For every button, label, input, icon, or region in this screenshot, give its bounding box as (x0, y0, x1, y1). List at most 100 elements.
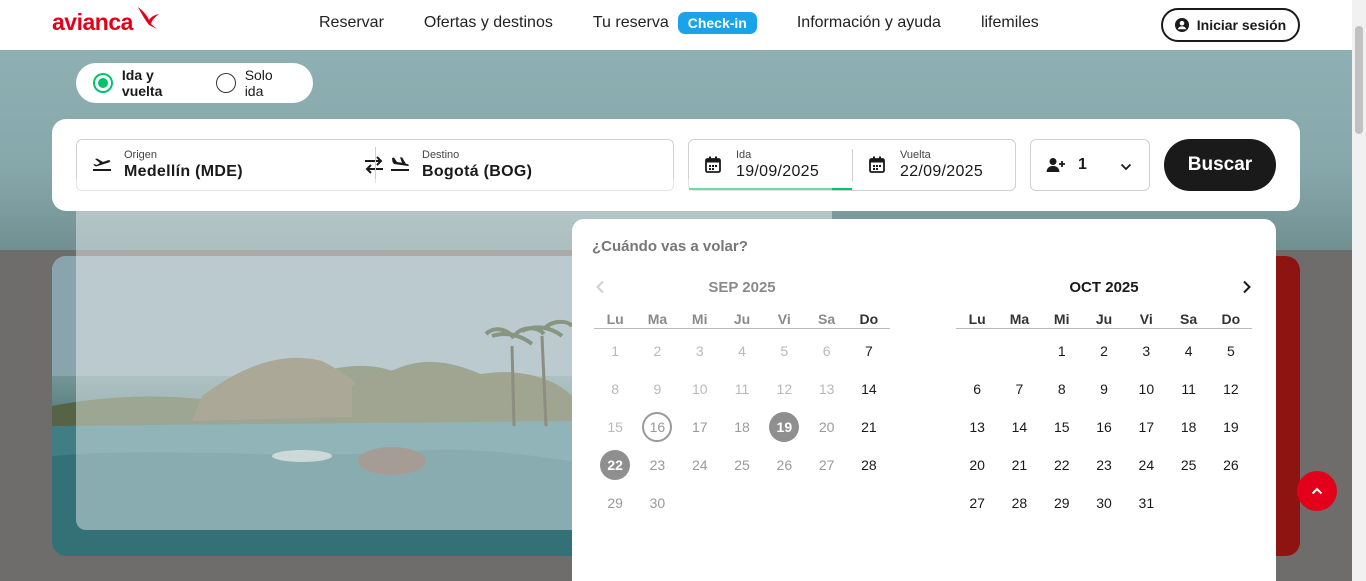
calendar-day[interactable]: 7 (998, 370, 1040, 408)
calendar-day[interactable]: 15 (1041, 408, 1083, 446)
calendar-day[interactable]: 8 (1041, 370, 1083, 408)
calendar-day[interactable]: 23 (1083, 446, 1125, 484)
depart-label: Ida (736, 149, 752, 161)
nav-lifemiles[interactable]: lifemiles (981, 14, 1039, 32)
calendar-day[interactable]: 31 (1125, 484, 1167, 522)
day-number: 29 (607, 495, 623, 511)
calendar-day[interactable]: 28 (848, 446, 890, 484)
back-to-top-button[interactable] (1297, 471, 1337, 511)
day-number: 4 (738, 343, 746, 359)
calendar-day[interactable]: 16 (1083, 408, 1125, 446)
calendar-day[interactable]: 25 (1167, 446, 1209, 484)
login-button[interactable]: Iniciar sesión (1161, 8, 1300, 42)
day-number: 23 (649, 457, 666, 473)
day-number: 14 (861, 381, 877, 397)
days-grid-oct: 1 2 3 4 5 6 7 8 9 10 11 12 13 14 15 16 17 18 19 20 21 22 23 24 2… (956, 332, 1252, 522)
calendar-day[interactable]: 17 (1125, 408, 1167, 446)
weekday-label: Do (859, 311, 879, 327)
calendar-day[interactable]: 24 (1125, 446, 1167, 484)
calendar-day[interactable]: 29 (594, 484, 636, 522)
calendar-day: 11 (721, 370, 763, 408)
day-number: 1 (1057, 343, 1066, 359)
page-scrollbar[interactable] (1352, 0, 1366, 581)
day-number: 2 (653, 343, 662, 359)
day-number: 8 (611, 381, 620, 397)
calendar-day[interactable]: 11 (1167, 370, 1209, 408)
calendar-day[interactable]: 21 (848, 408, 890, 446)
calendar-day[interactable]: 30 (1083, 484, 1125, 522)
calendar-day[interactable]: 7 (848, 332, 890, 370)
day-number: 6 (973, 381, 982, 397)
day-number: 7 (865, 343, 873, 359)
calendar-day[interactable]: 21 (998, 446, 1040, 484)
calendar-day[interactable]: 20 (805, 408, 847, 446)
calendar-day[interactable]: 23 (636, 446, 678, 484)
calendar-day[interactable]: 16 (636, 408, 678, 446)
calendar-day[interactable]: 18 (721, 408, 763, 446)
calendar-day: 12 (763, 370, 805, 408)
return-value[interactable]: 22/09/2025 (900, 163, 983, 181)
nav-reservar[interactable]: Reservar (319, 14, 384, 32)
calendar-day[interactable]: 13 (956, 408, 998, 446)
calendar-day[interactable]: 12 (1210, 370, 1252, 408)
trip-option-oneway[interactable]: Solo ida (215, 67, 295, 99)
nav-ofertas[interactable]: Ofertas y destinos (424, 14, 553, 32)
logo-text: avianca (52, 9, 133, 35)
calendar-day: 3 (679, 332, 721, 370)
trip-option-roundtrip-label: Ida y vuelta (121, 67, 163, 99)
calendar-day[interactable]: 18 (1167, 408, 1209, 446)
calendar-day[interactable]: 17 (679, 408, 721, 446)
day-number: 19 (1223, 419, 1239, 435)
calendar-day[interactable]: 28 (998, 484, 1040, 522)
calendar-day[interactable]: 22 (594, 446, 636, 484)
calendar-day[interactable]: 24 (679, 446, 721, 484)
calendar-day[interactable]: 29 (1041, 484, 1083, 522)
day-number: 9 (1100, 381, 1108, 397)
main-nav: Reservar Ofertas y destinos Tu reserva C… (319, 0, 1079, 46)
calendar-day[interactable]: 19 (1210, 408, 1252, 446)
nav-tu-reserva[interactable]: Tu reserva Check-in (593, 12, 757, 34)
avianca-logo[interactable]: avianca (52, 7, 161, 36)
swap-arrows-icon[interactable] (363, 155, 385, 180)
calendar-day[interactable]: 2 (1083, 332, 1125, 370)
calendar-day: 10 (679, 370, 721, 408)
day-number: 29 (1053, 495, 1070, 511)
weekday-header-sep: Lu Ma Mi Ju Vi Sa Do (594, 311, 890, 329)
calendar-day[interactable]: 27 (956, 484, 998, 522)
day-number: 4 (1184, 343, 1193, 359)
weekday-label: Ma (1009, 311, 1030, 327)
calendar-day[interactable]: 14 (998, 408, 1040, 446)
radio-oneway[interactable] (215, 73, 236, 93)
calendar-day[interactable]: 9 (1083, 370, 1125, 408)
calendar-day[interactable]: 10 (1125, 370, 1167, 408)
calendar-day[interactable]: 27 (805, 446, 847, 484)
calendar-day: 8 (594, 370, 636, 408)
calendar-day[interactable]: 1 (1041, 332, 1083, 370)
calendar-day[interactable]: 19 (763, 408, 805, 446)
calendar-day[interactable]: 6 (956, 370, 998, 408)
calendar-day[interactable]: 5 (1210, 332, 1252, 370)
checkin-badge[interactable]: Check-in (677, 12, 757, 34)
radio-roundtrip[interactable] (93, 73, 113, 93)
calendar-day[interactable]: 25 (721, 446, 763, 484)
day-number: 26 (776, 457, 793, 473)
search-button[interactable]: Buscar (1164, 139, 1276, 191)
calendar-day[interactable]: 26 (763, 446, 805, 484)
calendar-day: 13 (805, 370, 847, 408)
weekday-label: Sa (1179, 311, 1198, 327)
day-number: 22 (1053, 457, 1070, 473)
calendar-day[interactable]: 4 (1167, 332, 1209, 370)
calendar-day[interactable]: 20 (956, 446, 998, 484)
scrollbar-thumb[interactable] (1355, 26, 1363, 134)
calendar-day[interactable]: 22 (1041, 446, 1083, 484)
trip-option-roundtrip[interactable]: Ida y vuelta (93, 67, 198, 99)
nav-informacion[interactable]: Información y ayuda (797, 14, 941, 32)
chevron-up-icon (1311, 487, 1323, 495)
calendar-day: 9 (636, 370, 678, 408)
calendar-day[interactable]: 3 (1125, 332, 1167, 370)
calendar-day[interactable]: 26 (1210, 446, 1252, 484)
chevron-down-icon[interactable] (1120, 159, 1132, 177)
calendar-day[interactable]: 14 (848, 370, 890, 408)
calendar-day[interactable]: 30 (636, 484, 678, 522)
day-number: 14 (1011, 419, 1028, 435)
